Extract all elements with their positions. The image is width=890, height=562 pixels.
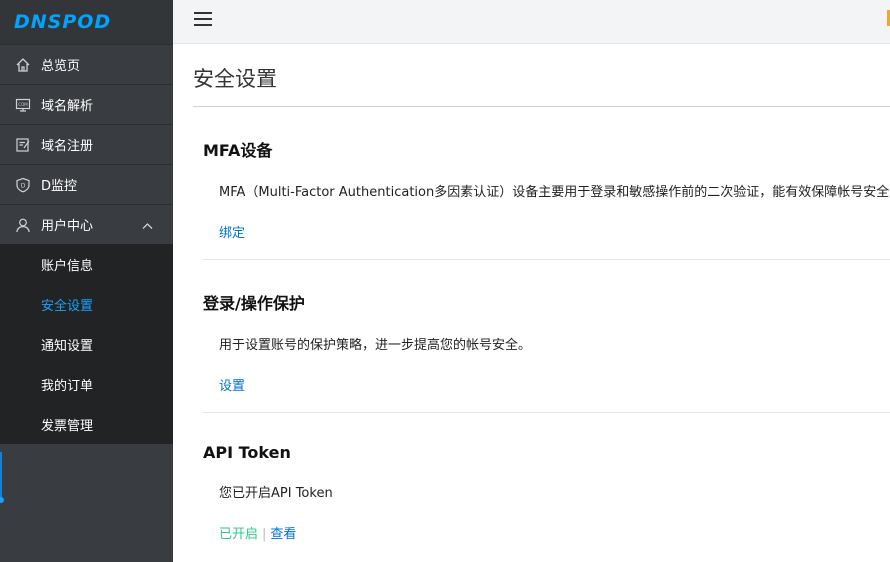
section-login-protection: 登录/操作保护 用于设置账号的保护策略，进一步提高您的帐号安全。 设置 <box>203 290 890 394</box>
section-divider <box>203 412 890 413</box>
sidebar-item-register[interactable]: 域名注册 <box>0 124 173 164</box>
sidebar-subitem-my-orders[interactable]: 我的订单 <box>0 364 173 404</box>
sidebar-item-label: D监控 <box>41 179 78 194</box>
sidebar-subitem-notification-settings[interactable]: 通知设置 <box>0 324 173 364</box>
section-description: 用于设置账号的保护策略，进一步提高您的帐号安全。 <box>219 338 532 353</box>
sidebar-item-label: 用户中心 <box>41 219 94 234</box>
section-actions: 绑定 <box>203 222 890 241</box>
section-actions: 设置 <box>203 375 890 394</box>
sidebar-item-label: 域名解析 <box>41 99 94 114</box>
section-title: API Token <box>203 443 291 462</box>
main-content: 安全设置 MFA设备 MFA（Multi-Factor Authenticati… <box>173 44 890 562</box>
sidebar-item-user-center[interactable]: 用户中心 <box>0 204 173 244</box>
bind-mfa-link[interactable]: 绑定 <box>219 226 245 241</box>
svg-text:COM: COM <box>18 102 28 107</box>
sidebar-footer-area <box>0 445 173 562</box>
sidebar-subitem-account-info[interactable]: 账户信息 <box>0 244 173 284</box>
sidebar-item-overview[interactable]: 总览页 <box>0 44 173 84</box>
user-icon <box>14 216 32 234</box>
link-separator: | <box>262 527 267 542</box>
section-api-token: API Token 您已开启API Token 已开启 | 查看 <box>203 443 890 542</box>
view-api-token-link[interactable]: 查看 <box>270 527 296 542</box>
logo[interactable]: DNSPOD <box>0 0 173 44</box>
page-title: 安全设置 <box>193 67 277 91</box>
svg-text:D: D <box>21 182 26 189</box>
sidebar-subitem-invoice-management[interactable]: 发票管理 <box>0 404 173 444</box>
api-token-status: 已开启 <box>219 527 259 542</box>
home-icon <box>14 56 32 74</box>
shield-icon: D <box>14 176 32 194</box>
sidebar-subitem-security-settings[interactable]: 安全设置 <box>0 284 173 324</box>
section-actions: 已开启 | 查看 <box>203 523 890 542</box>
section-mfa: MFA设备 MFA（Multi-Factor Authentication多因素… <box>203 137 890 241</box>
register-icon <box>14 136 32 154</box>
chevron-up-icon[interactable] <box>142 219 153 234</box>
section-description: MFA（Multi-Factor Authentication多因素认证）设备主… <box>219 185 890 200</box>
section-divider <box>203 259 890 260</box>
section-title: MFA设备 <box>203 141 273 160</box>
submenu-user-center: 账户信息 安全设置 通知设置 我的订单 发票管理 <box>0 244 173 444</box>
section-title: 登录/操作保护 <box>203 294 305 313</box>
menu-toggle-icon[interactable] <box>194 12 212 26</box>
sidebar-scrollbar[interactable] <box>0 452 2 502</box>
section-description: 您已开启API Token <box>219 486 333 501</box>
sidebar-item-dns[interactable]: COM 域名解析 <box>0 84 173 124</box>
configure-protection-link[interactable]: 设置 <box>219 379 245 394</box>
logo-text: DNSPOD <box>14 11 112 33</box>
sidebar-item-monitor[interactable]: D D监控 <box>0 164 173 204</box>
sidebar-item-label: 总览页 <box>41 59 81 74</box>
sidebar-item-label: 域名注册 <box>41 139 94 154</box>
title-divider <box>193 106 890 107</box>
dns-icon: COM <box>14 96 32 114</box>
top-bar <box>173 0 890 44</box>
